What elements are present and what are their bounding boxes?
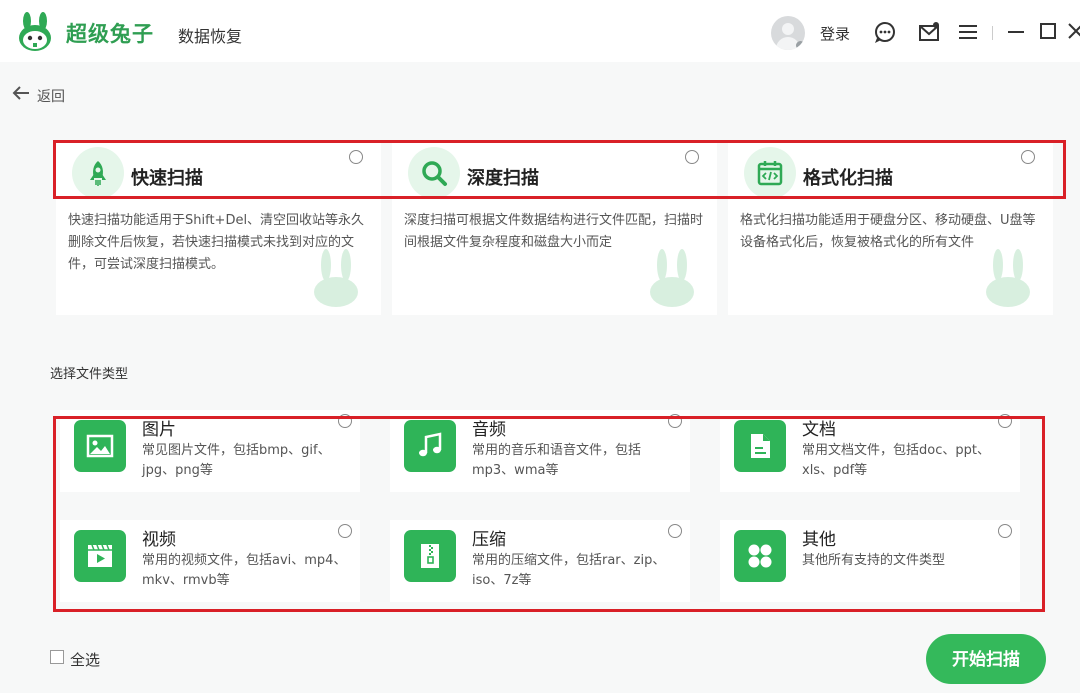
toolbar-divider xyxy=(992,26,993,40)
arrow-left-icon xyxy=(12,86,29,100)
rabbit-watermark-icon xyxy=(650,249,694,307)
start-scan-button[interactable]: 开始扫描 xyxy=(926,634,1046,684)
close-icon[interactable] xyxy=(1064,19,1080,43)
customer-service-icon[interactable] xyxy=(872,19,898,45)
login-button[interactable]: 登录 xyxy=(820,23,850,44)
app-brand: 超级兔子 xyxy=(66,22,154,46)
rabbit-watermark-icon xyxy=(986,249,1030,307)
rabbit-watermark-icon xyxy=(314,249,358,307)
app-subtitle: 数据恢复 xyxy=(178,27,243,46)
maximize-icon[interactable] xyxy=(1036,19,1060,43)
rabbit-logo-icon xyxy=(19,12,51,51)
avatar[interactable] xyxy=(771,16,805,50)
menu-icon[interactable] xyxy=(955,19,981,45)
file-type-highlight xyxy=(53,416,1045,612)
select-all-checkbox[interactable] xyxy=(50,650,64,664)
message-icon[interactable] xyxy=(916,19,942,45)
file-type-section-label: 选择文件类型 xyxy=(50,367,129,382)
title-bar: 超级兔子 数据恢复 登录 xyxy=(0,0,1080,62)
back-label: 返回 xyxy=(37,89,65,105)
scan-mode-highlight xyxy=(53,140,1066,199)
minimize-icon[interactable] xyxy=(1004,19,1028,43)
select-all-label: 全选 xyxy=(70,651,101,669)
